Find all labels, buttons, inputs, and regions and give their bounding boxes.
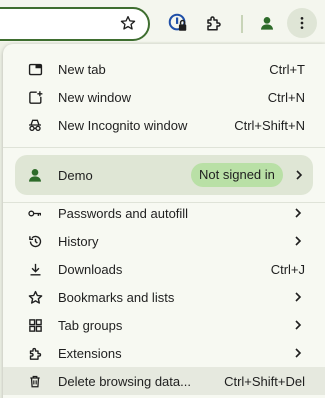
puzzle-icon [27, 345, 43, 361]
menu-item-label: New window [58, 90, 131, 105]
toolbar-divider [241, 15, 243, 33]
menu-item-new-incognito[interactable]: New Incognito window Ctrl+Shift+N [3, 111, 325, 139]
menu-item-shortcut: Ctrl+N [267, 90, 305, 105]
menu-item-extensions[interactable]: Extensions [3, 339, 325, 367]
star-icon [27, 289, 43, 305]
menu-item-label: Bookmarks and lists [58, 290, 175, 305]
chevron-right-icon [296, 170, 303, 180]
new-window-icon [27, 89, 43, 105]
menu-item-history[interactable]: History [3, 227, 325, 255]
menu-item-label: New tab [58, 62, 106, 77]
bookmark-star-button[interactable] [115, 10, 141, 36]
puzzle-icon [207, 16, 221, 31]
star-outline-icon [120, 16, 136, 30]
menu-item-shortcut: Ctrl+J [270, 262, 305, 277]
menu-item-label: Delete browsing data... [58, 374, 191, 389]
menu-item-downloads[interactable]: Downloads Ctrl+J [3, 255, 325, 283]
menu-item-label: History [58, 234, 99, 249]
history-icon [27, 233, 43, 249]
key-icon [27, 205, 43, 221]
menu-item-label: Tab groups [58, 318, 123, 333]
menu-item-shortcut: Ctrl+T [269, 62, 305, 77]
incognito-icon [27, 117, 43, 133]
menu-item-tab-groups[interactable]: Tab groups [3, 311, 325, 339]
browser-window: New tab Ctrl+T New window Ctrl+N New Inc… [0, 0, 325, 398]
password-manager-button[interactable] [165, 10, 191, 36]
password-manager-icon [168, 13, 187, 31]
menu-profile-row[interactable]: Demo Not signed in [15, 155, 313, 195]
download-icon [27, 261, 43, 277]
menu-item-new-window[interactable]: New window Ctrl+N [3, 83, 325, 111]
trash-icon [27, 373, 43, 389]
menu-item-bookmarks[interactable]: Bookmarks and lists [3, 283, 325, 311]
chevron-right-icon [295, 292, 302, 302]
sign-in-status-badge: Not signed in [191, 163, 283, 187]
menu-item-label: New Incognito window [58, 118, 188, 133]
menu-item-label: Downloads [58, 262, 123, 277]
profile-button[interactable] [254, 10, 280, 36]
main-menu: New tab Ctrl+T New window Ctrl+N New Inc… [3, 44, 325, 398]
menu-item-shortcut: Ctrl+Shift+N [234, 118, 305, 133]
toolbar [0, 0, 325, 42]
extensions-button[interactable] [201, 10, 227, 36]
menu-item-passwords[interactable]: Passwords and autofill [3, 199, 325, 227]
menu-item-label: Passwords and autofill [58, 206, 189, 221]
three-dots-vertical-icon [300, 17, 304, 29]
menu-item-new-tab[interactable]: New tab Ctrl+T [3, 55, 325, 83]
person-icon [261, 17, 273, 30]
chevron-right-icon [295, 320, 302, 330]
tab-groups-icon [27, 317, 43, 333]
main-menu-button[interactable] [287, 8, 317, 38]
menu-item-label: Extensions [58, 346, 122, 361]
chevron-right-icon [295, 348, 302, 358]
chevron-right-icon [295, 208, 302, 218]
new-tab-icon [27, 61, 43, 77]
menu-item-shortcut: Ctrl+Shift+Del [224, 374, 305, 389]
menu-item-delete-browsing-data[interactable]: Delete browsing data... Ctrl+Shift+Del [3, 367, 325, 395]
chevron-right-icon [295, 236, 302, 246]
menu-separator [3, 147, 325, 148]
profile-name: Demo [58, 168, 93, 183]
person-icon [27, 167, 43, 188]
